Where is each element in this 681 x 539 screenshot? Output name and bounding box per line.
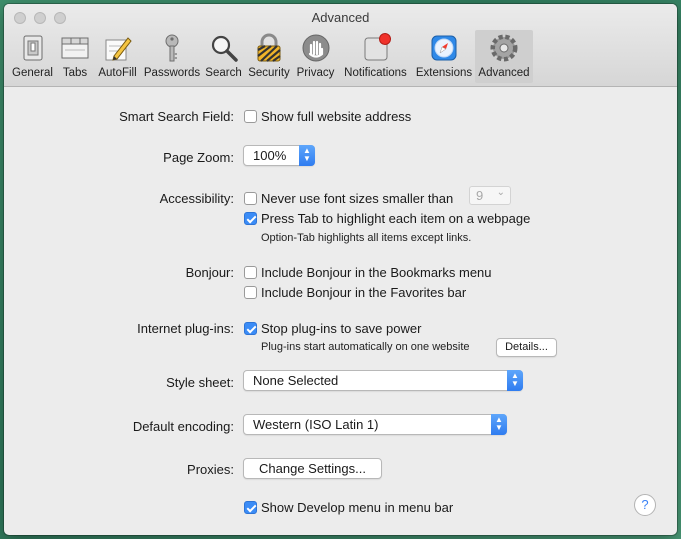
- tab-general[interactable]: General: [8, 30, 57, 83]
- general-icon: [23, 35, 42, 61]
- show-develop-menu-checkbox[interactable]: [244, 501, 257, 514]
- hand-icon: [302, 34, 329, 62]
- encoding-label: Default encoding:: [132, 419, 234, 434]
- min-font-size-value: 9: [476, 188, 484, 203]
- tab-passwords[interactable]: Passwords: [142, 30, 202, 83]
- plugins-note: Plug-ins start automatically on one webs…: [261, 341, 470, 353]
- details-button[interactable]: Details...: [496, 338, 557, 357]
- compass-icon: [431, 35, 457, 61]
- min-font-size-label: Never use font sizes smaller than: [261, 191, 454, 206]
- tab-security[interactable]: Security: [245, 30, 293, 83]
- help-button[interactable]: ?: [634, 494, 656, 516]
- tab-label: General: [12, 67, 53, 79]
- bonjour-favorites-checkbox[interactable]: [244, 286, 257, 299]
- page-zoom-value: 100%: [253, 148, 287, 163]
- show-develop-menu-label: Show Develop menu in menu bar: [261, 500, 454, 515]
- tab-tabs[interactable]: Tabs: [57, 30, 93, 83]
- tab-label: Passwords: [143, 67, 201, 79]
- tab-notifications[interactable]: Notifications: [338, 30, 413, 83]
- bonjour-bookmarks-checkbox[interactable]: [244, 266, 257, 279]
- change-settings-button[interactable]: Change Settings...: [243, 458, 382, 479]
- option-tab-note: Option-Tab highlights all items except l…: [261, 232, 472, 244]
- bonjour-label: Bonjour:: [185, 265, 234, 280]
- window-title: Advanced: [311, 10, 370, 25]
- pencil-icon: [105, 37, 132, 61]
- tab-label: Privacy: [296, 67, 335, 79]
- press-tab-label: Press Tab to highlight each item on a we…: [261, 211, 531, 226]
- press-tab-checkbox[interactable]: [244, 212, 257, 225]
- search-icon: [211, 35, 238, 62]
- show-full-address-checkbox[interactable]: [244, 110, 257, 123]
- tab-label: Notifications: [344, 67, 407, 79]
- lock-icon: [257, 33, 281, 62]
- notifications-icon: [364, 33, 391, 61]
- tabs-icon: [61, 37, 89, 59]
- min-font-size-checkbox[interactable]: [244, 192, 257, 205]
- min-font-size-popup[interactable]: 9 ⌄: [469, 186, 511, 205]
- tab-search[interactable]: Search: [202, 30, 245, 83]
- preferences-toolbar: General Tabs AutoFill Passwords Search S…: [8, 30, 533, 84]
- tab-advanced[interactable]: Advanced: [475, 30, 533, 83]
- tab-label: Security: [248, 67, 290, 79]
- gear-icon: [490, 34, 518, 62]
- bonjour-favorites-label: Include Bonjour in the Favorites bar: [261, 285, 467, 300]
- advanced-pane: Smart Search Field: Show full website ad…: [4, 87, 677, 535]
- tab-label: Advanced: [478, 67, 530, 79]
- tab-autofill[interactable]: AutoFill: [93, 30, 142, 83]
- tab-label: AutoFill: [98, 67, 137, 79]
- updown-arrows-icon: ▲ ▼: [491, 414, 507, 435]
- updown-arrows-icon: ▲ ▼: [299, 145, 315, 166]
- tab-extensions[interactable]: Extensions: [413, 30, 475, 83]
- page-zoom-label: Page Zoom:: [163, 150, 234, 165]
- style-sheet-label: Style sheet:: [166, 375, 234, 390]
- preferences-window: Advanced General Tabs AutoFill Passwords…: [4, 4, 677, 535]
- encoding-value: Western (ISO Latin 1): [253, 417, 379, 432]
- bonjour-bookmarks-label: Include Bonjour in the Bookmarks menu: [261, 265, 492, 280]
- titlebar: Advanced General Tabs AutoFill Passwords…: [4, 4, 677, 87]
- smart-search-label: Smart Search Field:: [119, 109, 234, 124]
- updown-arrows-icon: ▲ ▼: [507, 370, 523, 391]
- chevron-down-icon: ⌄: [496, 187, 505, 198]
- tab-privacy[interactable]: Privacy: [293, 30, 338, 83]
- stop-plugins-checkbox[interactable]: [244, 322, 257, 335]
- tab-label: Search: [205, 67, 242, 79]
- show-full-address-label: Show full website address: [261, 109, 412, 124]
- accessibility-label: Accessibility:: [159, 191, 234, 206]
- style-sheet-value: None Selected: [253, 373, 339, 388]
- style-sheet-popup[interactable]: None Selected ▲ ▼: [243, 370, 523, 391]
- key-icon: [165, 34, 179, 62]
- page-zoom-popup[interactable]: 100% ▲ ▼: [243, 145, 315, 166]
- plugins-label: Internet plug-ins:: [137, 321, 234, 336]
- proxies-label: Proxies:: [187, 462, 234, 477]
- tab-label: Extensions: [415, 67, 473, 79]
- stop-plugins-label: Stop plug-ins to save power: [261, 321, 422, 336]
- tab-label: Tabs: [62, 67, 88, 79]
- encoding-popup[interactable]: Western (ISO Latin 1) ▲ ▼: [243, 414, 507, 435]
